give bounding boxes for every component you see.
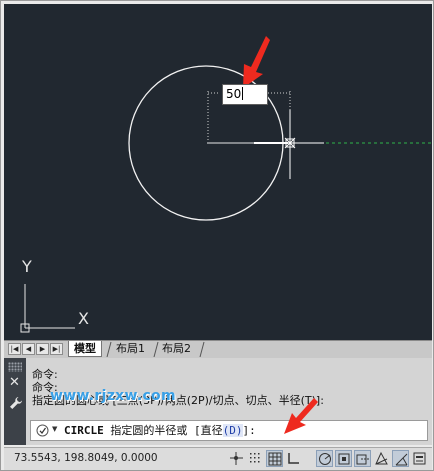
annotation-arrow-icon [243,36,270,88]
text-caret [242,87,244,100]
ucs-y-label: Y [21,257,32,276]
lineweight-icon[interactable] [411,450,428,467]
drawing-canvas[interactable]: Y X 50 [4,4,432,340]
watermark-text: www.rjzxw.com [50,388,176,404]
chevron-down-icon[interactable]: ▼ [52,425,57,433]
command-line-input[interactable]: ▼ CIRCLE 指定圆的半径或 [直径(D)]: [30,420,428,441]
layout-tab-bar: |◀ ◀ ▶ ▶| 模型 布局1 布局2 [4,340,432,358]
command-name: CIRCLE [64,424,104,437]
drag-grip-icon[interactable] [8,362,22,372]
annotation-arrow-bottom-icon [284,398,318,434]
ducs-icon[interactable] [373,450,390,467]
command-icon[interactable] [36,424,49,437]
drawing-svg: Y X [20,36,432,333]
tab-nav-prev-button[interactable]: ◀ [22,343,35,355]
tab-layout1[interactable]: 布局1 [111,341,150,357]
autocad-window: Y X 50 |◀ ◀ ▶ ▶| 模型 布局1 布局2 ✕ 命令: 命令: 指定… [0,0,434,471]
osnap-icon[interactable] [335,450,352,467]
tab-layout2[interactable]: 布局2 [157,341,196,357]
command-window: ✕ 命令: 命令: 指定圆的圆心或 [三点(3P)/两点(2P)/切点、切点、半… [4,358,432,445]
wrench-icon[interactable] [9,396,23,410]
command-prompt: CIRCLE 指定圆的半径或 [直径(D)]: [64,421,256,440]
command-option-diameter[interactable]: (D) [222,424,243,437]
command-prompt-text: 指定圆的半径或 [直径 [103,424,223,437]
tab-model[interactable]: 模型 [68,341,102,357]
ucs-x-label: X [78,309,89,328]
tab-nav-first-button[interactable]: |◀ [8,343,21,355]
command-window-sidebar: ✕ [4,358,26,445]
history-line: 命令: [32,368,58,381]
polar-icon[interactable] [316,450,333,467]
dynamic-input-box[interactable]: 50 [222,84,268,105]
grid-display-icon[interactable] [247,450,264,467]
tab-nav-last-button[interactable]: ▶| [50,343,63,355]
snap-icon[interactable] [228,450,245,467]
otrack-icon[interactable] [354,450,371,467]
status-bar: 73.5543, 198.8049, 0.0000 [4,447,432,470]
tab-nav-next-button[interactable]: ▶ [36,343,49,355]
coordinate-readout[interactable]: 73.5543, 198.8049, 0.0000 [14,448,158,469]
ortho-icon[interactable] [285,450,302,467]
grid-icon[interactable] [266,450,283,467]
close-icon[interactable]: ✕ [9,376,20,389]
tab-divider [199,341,205,357]
dyn-icon[interactable] [392,450,409,467]
dynamic-input-value: 50 [226,87,242,101]
command-prompt-end: ]: [242,424,256,437]
